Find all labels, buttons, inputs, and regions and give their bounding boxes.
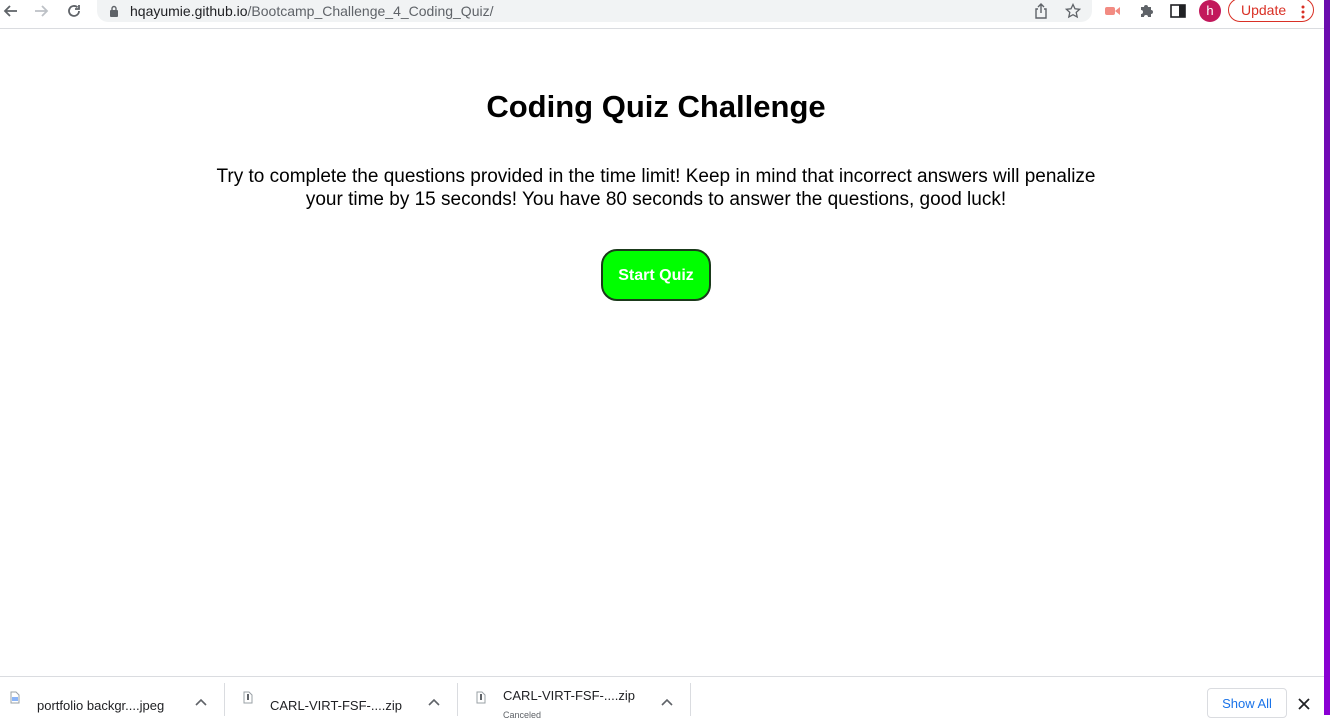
- forward-icon[interactable]: [30, 0, 52, 22]
- start-quiz-button[interactable]: Start Quiz: [601, 249, 711, 301]
- file-icon: [243, 691, 253, 704]
- divider: [224, 683, 225, 716]
- address-bar[interactable]: hqayumie.github.io/Bootcamp_Challenge_4_…: [97, 0, 1092, 22]
- side-panel-icon[interactable]: [1168, 1, 1188, 21]
- file-icon: [476, 691, 486, 704]
- download-filename: portfolio backgr....jpeg: [37, 698, 165, 713]
- share-icon[interactable]: [1032, 2, 1050, 20]
- extension-icon[interactable]: [1103, 1, 1123, 21]
- update-label: Update: [1241, 2, 1287, 18]
- close-icon[interactable]: [1298, 697, 1310, 715]
- download-shelf: portfolio backgr....jpeg CARL-VIRT-FSF-.…: [0, 676, 1324, 720]
- url-host: hqayumie.github.io: [130, 3, 248, 19]
- more-menu-icon[interactable]: [1301, 3, 1305, 25]
- update-button[interactable]: Update: [1228, 0, 1314, 22]
- file-icon: [10, 691, 20, 704]
- window-edge: [1324, 0, 1330, 715]
- lock-icon: [109, 4, 119, 22]
- browser-toolbar: hqayumie.github.io/Bootcamp_Challenge_4_…: [0, 0, 1324, 29]
- chevron-up-icon[interactable]: [661, 693, 673, 711]
- chevron-up-icon[interactable]: [195, 693, 207, 711]
- download-filename: CARL-VIRT-FSF-....zip: [270, 698, 402, 713]
- reload-icon[interactable]: [63, 0, 85, 22]
- download-status: Canceled: [503, 710, 542, 720]
- puzzle-extensions-icon[interactable]: [1136, 1, 1156, 21]
- chevron-up-icon[interactable]: [428, 693, 440, 711]
- back-icon[interactable]: [0, 0, 22, 22]
- bookmark-star-icon[interactable]: [1064, 2, 1082, 20]
- quiz-description: Try to complete the questions provided i…: [216, 166, 1096, 210]
- profile-avatar[interactable]: h: [1199, 0, 1221, 22]
- download-item[interactable]: portfolio backgr....jpeg: [10, 677, 220, 716]
- divider: [457, 683, 458, 716]
- divider: [690, 683, 691, 716]
- page-title: Coding Quiz Challenge: [486, 89, 826, 124]
- show-all-downloads-button[interactable]: Show All: [1207, 688, 1287, 718]
- url-path: /Bootcamp_Challenge_4_Coding_Quiz/: [247, 3, 494, 19]
- download-filename: CARL-VIRT-FSF-....zip: [503, 688, 635, 703]
- download-item[interactable]: CARL-VIRT-FSF-....zip Canceled: [476, 677, 686, 720]
- page-content: Coding Quiz Challenge Try to complete th…: [0, 29, 1324, 675]
- url-text: hqayumie.github.io/Bootcamp_Challenge_4_…: [130, 2, 493, 20]
- download-item[interactable]: CARL-VIRT-FSF-....zip: [243, 677, 453, 716]
